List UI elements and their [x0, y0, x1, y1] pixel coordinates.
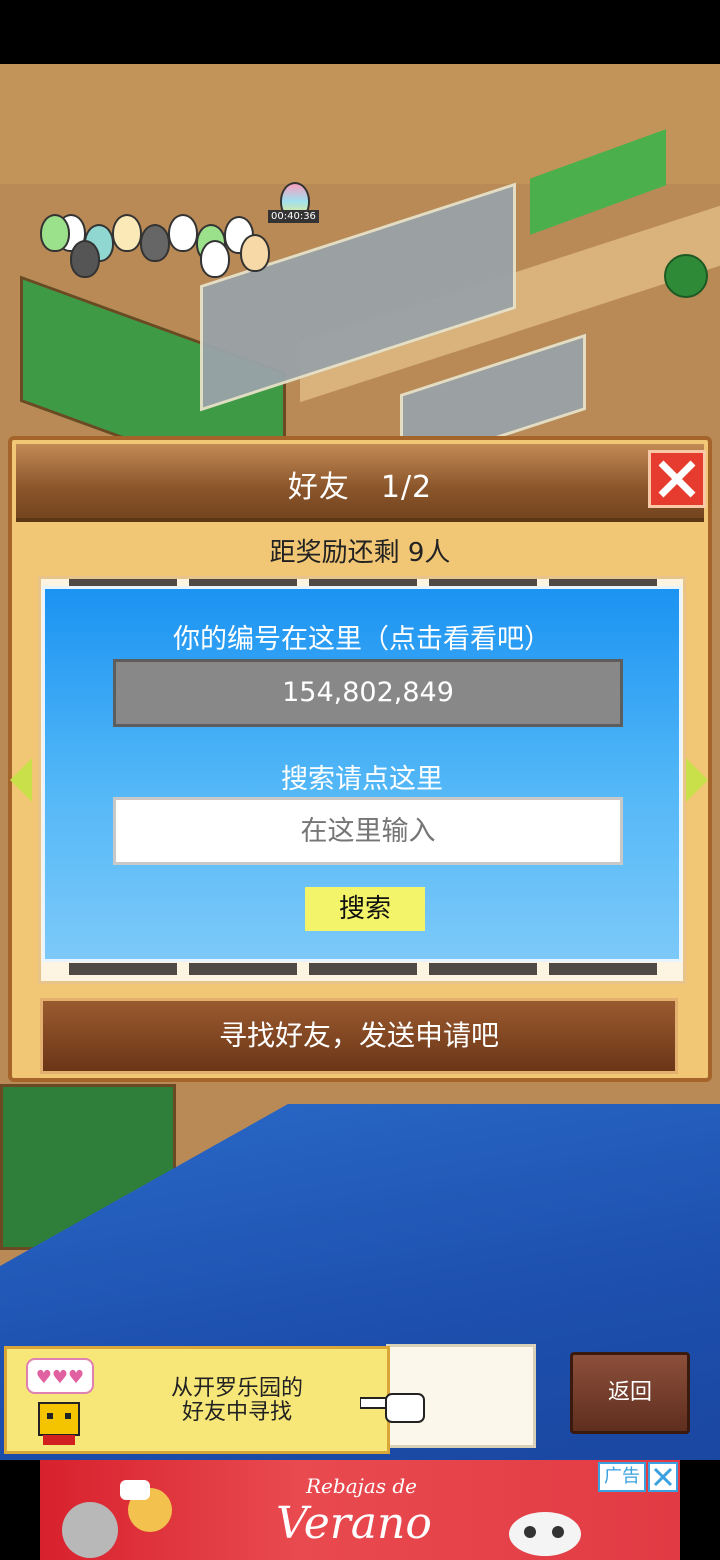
egg: [40, 214, 70, 252]
friend-slot: [549, 963, 657, 975]
egg: [240, 234, 270, 272]
search-hint-text: 搜索请点这里: [281, 764, 443, 795]
next-page-arrow-icon[interactable]: [686, 758, 708, 802]
friend-id-panel: 你的编号在这里（点击看看吧） 154,802,849 搜索请点这里 搜索: [42, 586, 682, 962]
timer-label: 00:40:36: [268, 210, 319, 223]
pointing-hand-icon: [360, 1393, 425, 1423]
ad-banner[interactable]: Rebajas de Verano 广告: [40, 1460, 680, 1560]
search-input[interactable]: [113, 797, 623, 865]
back-button[interactable]: 返回: [570, 1352, 690, 1434]
search-button[interactable]: 搜索: [305, 887, 425, 931]
dialog-title: 好友 1/2: [287, 470, 433, 505]
close-icon: [658, 460, 696, 498]
kairo-character-icon: ♥♥♥: [26, 1358, 94, 1445]
player-id-box[interactable]: 154,802,849: [113, 659, 623, 727]
ad-controller-image: [509, 1512, 581, 1556]
egg: [112, 214, 142, 252]
status-bar: [0, 0, 720, 64]
ad-close-button[interactable]: [648, 1462, 678, 1492]
ad-title: Rebajas de Verano: [276, 1474, 432, 1549]
close-icon: [653, 1467, 673, 1487]
kairo-banner-text: 从开罗乐园的 好友中寻找: [170, 1376, 303, 1425]
friends-dialog: 好友 1/2 距奖励还剩 9人 你的编号在这里（点击看看吧） 154,802,8…: [8, 436, 712, 1082]
friend-slot: [189, 963, 297, 975]
ad-label: 广告: [598, 1462, 646, 1492]
egg: [70, 240, 100, 278]
ad-products-image: [62, 1480, 172, 1558]
id-hint-text[interactable]: 你的编号在这里（点击看看吧）: [45, 617, 679, 656]
egg: [140, 224, 170, 262]
kairo-park-friends-banner[interactable]: ♥♥♥ 从开罗乐园的 好友中寻找: [4, 1346, 390, 1454]
close-button[interactable]: [648, 450, 706, 508]
friend-slot: [429, 963, 537, 975]
egg: [168, 214, 198, 252]
prev-page-arrow-icon[interactable]: [10, 758, 32, 802]
friend-slot: [309, 963, 417, 975]
egg: [200, 240, 230, 278]
svg-text:♥♥♥: ♥♥♥: [36, 1367, 84, 1388]
tree: [664, 254, 708, 298]
friend-slot: [69, 963, 177, 975]
reward-remaining-text: 距奖励还剩 9人: [269, 538, 451, 568]
dialog-header: 好友 1/2: [16, 444, 706, 522]
find-friends-button[interactable]: 寻找好友，发送申请吧: [40, 998, 678, 1074]
